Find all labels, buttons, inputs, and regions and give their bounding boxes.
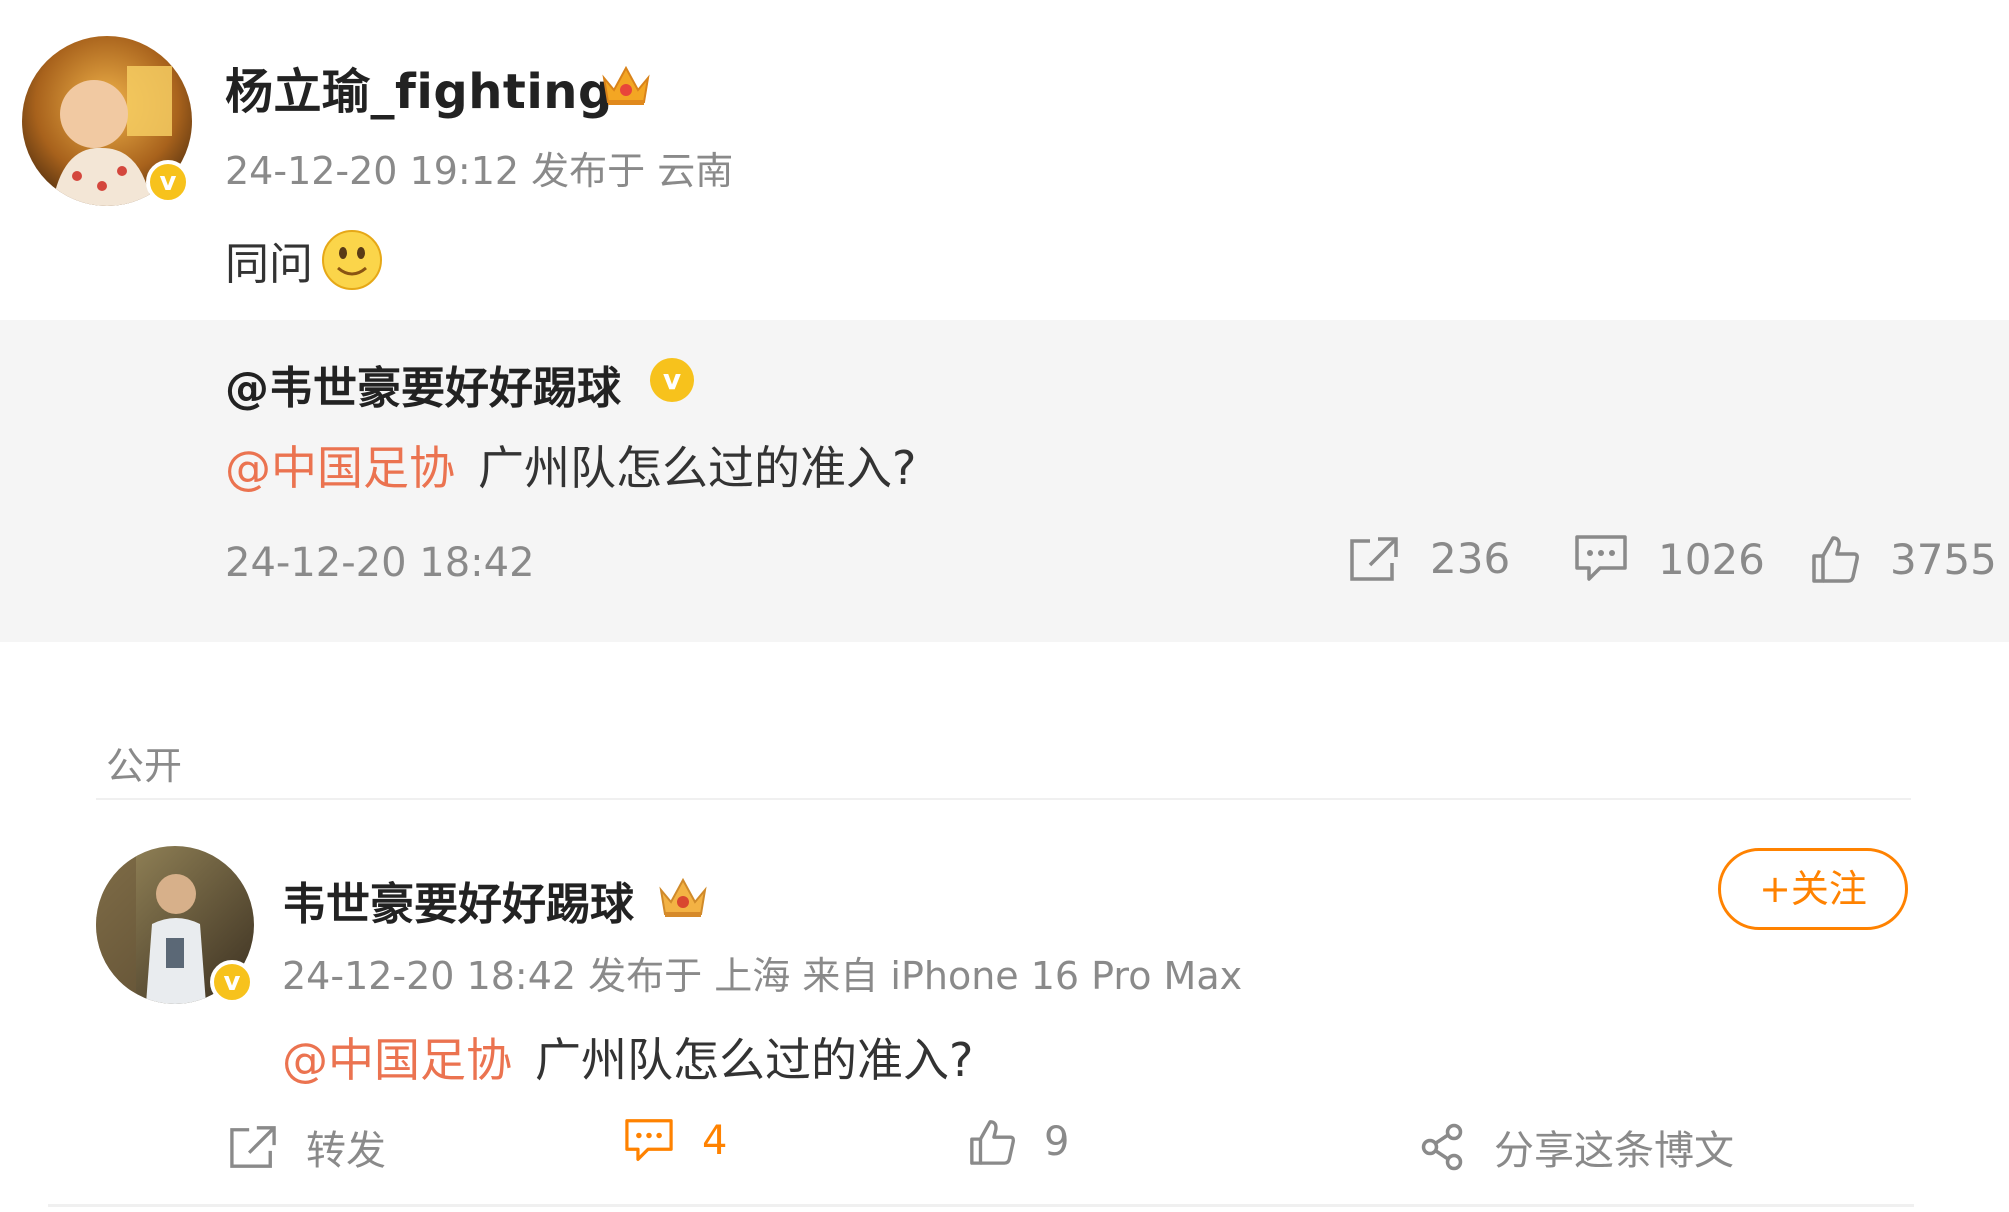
repost-icon — [1350, 536, 1398, 581]
comment-author-name[interactable]: 韦世豪要好好踢球 — [282, 868, 634, 932]
share-button[interactable]: 分享这条博文 — [1420, 1118, 1734, 1176]
like-count: 9 — [1044, 1119, 1070, 1165]
comment-count: 4 — [702, 1118, 728, 1164]
quoted-like-count: 3755 — [1890, 534, 1997, 584]
post-meta: 24-12-20 19:12 发布于 云南 — [225, 140, 733, 195]
repost-icon — [230, 1126, 276, 1168]
like-icon — [970, 1120, 1015, 1165]
crown-icon — [598, 60, 654, 112]
quoted-like-button[interactable]: 3755 — [1810, 534, 1997, 584]
comment-icon — [625, 1119, 673, 1162]
post-location: 发布于 云南 — [531, 149, 734, 193]
comment-author-avatar[interactable]: v — [96, 846, 254, 1004]
post-timestamp: 24-12-20 19:12 — [225, 149, 520, 193]
quoted-comment-count: 1026 — [1658, 534, 1765, 584]
comment-mention-link[interactable]: @中国足协 — [282, 1024, 512, 1090]
quoted-author-name[interactable]: @韦世豪要好好踢球 — [225, 352, 621, 416]
repost-button[interactable]: 转发 — [228, 1118, 386, 1176]
quoted-mention-link[interactable]: @中国足协 — [225, 432, 455, 498]
comment-icon — [1575, 535, 1627, 581]
quoted-text: 广州队怎么过的准入? — [478, 441, 917, 495]
smiley-emoji-icon — [320, 228, 384, 296]
quoted-comment-button[interactable]: 1026 — [1574, 534, 1765, 584]
author-avatar[interactable]: v — [22, 36, 192, 206]
visibility-label: 公开 — [106, 744, 183, 788]
verified-badge-icon: v — [146, 160, 190, 204]
repost-label: 转发 — [306, 1128, 386, 1174]
comment-meta: 24-12-20 18:42 发布于 上海 来自 iPhone 16 Pro M… — [282, 954, 1243, 998]
like-icon — [1812, 536, 1859, 583]
post-text: 同问 — [225, 239, 313, 290]
divider — [48, 1204, 1914, 1207]
like-button[interactable]: 9 — [968, 1118, 1069, 1166]
follow-button[interactable]: +关注 — [1718, 848, 1908, 930]
share-label: 分享这条博文 — [1494, 1128, 1734, 1174]
post-author-name[interactable]: 杨立瑜_fighting — [225, 52, 613, 122]
comment-button[interactable]: 4 — [624, 1118, 727, 1164]
verified-badge-icon: v — [210, 960, 254, 1004]
quoted-repost-button[interactable]: 236 — [1348, 534, 1510, 583]
crown-icon — [655, 872, 711, 924]
quoted-timestamp[interactable]: 24-12-20 18:42 — [225, 540, 535, 586]
comment-text: 广州队怎么过的准入? — [535, 1033, 974, 1087]
verified-badge-icon: v — [650, 358, 694, 402]
share-icon — [1421, 1123, 1463, 1171]
divider — [96, 798, 1911, 800]
quoted-repost-count: 236 — [1430, 534, 1511, 583]
